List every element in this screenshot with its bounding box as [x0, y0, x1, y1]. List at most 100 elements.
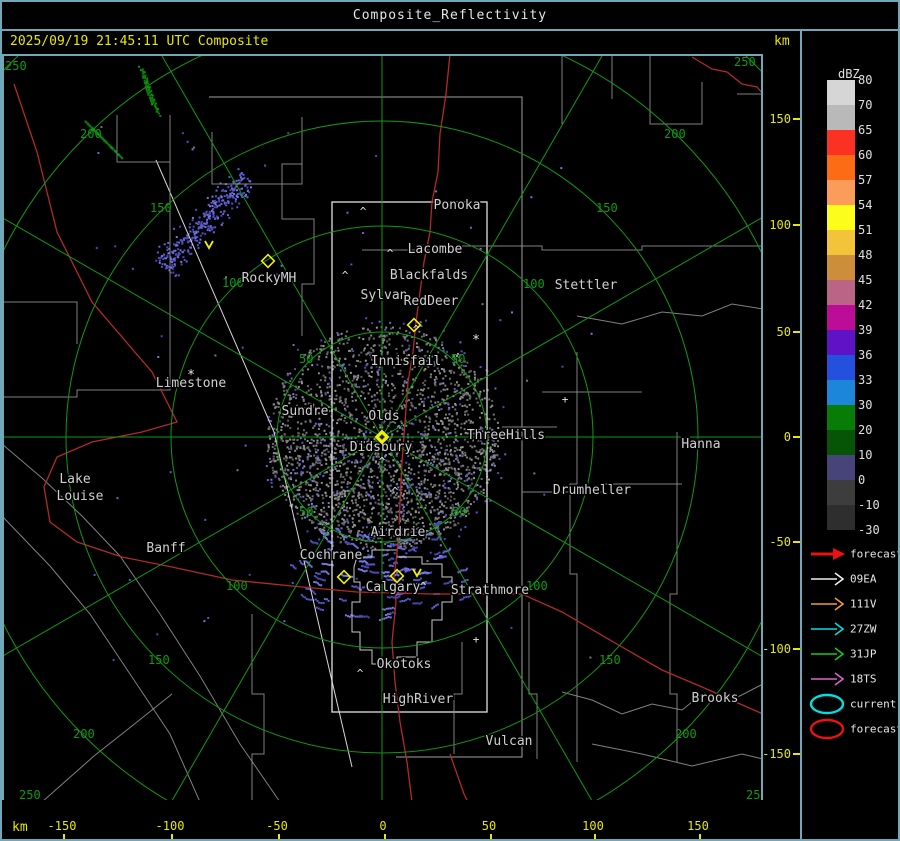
- colorbar-value-label: 30: [858, 398, 873, 412]
- range-ring-label: 150: [599, 653, 621, 667]
- city-label: Cochrane: [300, 548, 363, 563]
- timestamp-label: 2025/09/19 21:45:11 UTC Composite: [10, 34, 269, 49]
- legend-row: 18TS: [802, 667, 898, 691]
- range-ring-label: 250: [5, 59, 27, 73]
- city-label: HighRiver: [383, 692, 454, 707]
- radar-map-canvas[interactable]: 250 200 150 100 50 50 100 150 200 250 50 100 150 200 2…: [2, 54, 763, 802]
- legend-label: 09EA: [850, 572, 877, 586]
- right-axis-tick-mark: [793, 753, 800, 755]
- legend-arrow-icon: [811, 572, 845, 586]
- range-ring-label: 100: [222, 276, 244, 290]
- colorbar-value-label: -10: [858, 498, 880, 512]
- county-boundary: [569, 352, 578, 762]
- legend-arrow-icon: [811, 647, 845, 661]
- radial-line: [160, 54, 383, 438]
- station-star-symbol: *: [472, 333, 480, 348]
- legend-label: 18TS: [850, 672, 877, 686]
- legend-label: current: [850, 697, 897, 711]
- city-label: RedDeer: [404, 294, 459, 309]
- county-boundary: [2, 301, 78, 344]
- colorbar-swatch: [827, 155, 855, 180]
- range-ring-label: 50: [452, 505, 466, 519]
- county-boundary: [41, 693, 173, 802]
- colorbar-swatch: [827, 80, 855, 105]
- bottom-axis-tick-mark: [699, 834, 701, 839]
- city-label: Okotoks: [377, 657, 432, 672]
- colorbar-value-label: 39: [858, 323, 873, 337]
- right-axis-tick-label: 50: [776, 325, 791, 339]
- city-label: Strathmore: [451, 583, 529, 598]
- station-caret-symbol: ^: [413, 323, 420, 336]
- colorbar-value-label: 60: [858, 148, 873, 162]
- city-label: ThreeHills: [467, 428, 545, 443]
- station-star-symbol: *: [187, 368, 195, 383]
- city-label: Banff: [146, 541, 185, 556]
- legend-row: 27ZW: [802, 617, 898, 641]
- legend-ellipse-icon: [809, 718, 845, 740]
- right-axis-tick-label: 0: [783, 430, 791, 444]
- colorbar-swatch: [827, 505, 855, 530]
- bottom-axis-tick-label: -50: [266, 819, 288, 833]
- colorbar-swatch: [827, 105, 855, 130]
- colorbar-swatch: [827, 355, 855, 380]
- right-axis-tick-label: -50: [769, 535, 791, 549]
- colorbar-swatch: [827, 380, 855, 405]
- bottom-axis: km -150 -100 -50 0 50 100 150: [2, 800, 763, 839]
- right-axis-tick-mark: [793, 331, 800, 333]
- range-ring-label: 150: [148, 653, 170, 667]
- right-axis-tick-label: 150: [769, 112, 791, 126]
- colorbar-swatch: [827, 430, 855, 455]
- range-ring-label: 100: [523, 277, 545, 291]
- range-ring-label: 200: [73, 727, 95, 741]
- colorbar-swatch: [827, 180, 855, 205]
- colorbar-swatch: [827, 330, 855, 355]
- legend-row: 09EA: [802, 567, 898, 591]
- colorbar-swatch: [827, 255, 855, 280]
- bottom-axis-tick-mark: [278, 834, 280, 839]
- county-boundary: [649, 54, 703, 125]
- legend-row: 111V: [802, 592, 898, 616]
- right-axis-tick-label: -150: [762, 747, 791, 761]
- range-ring-label: 150: [150, 201, 172, 215]
- colorbar-swatch: [827, 280, 855, 305]
- station-caret-symbol: ^: [387, 247, 394, 260]
- bottom-axis-tick-mark: [171, 834, 173, 839]
- window-title: Composite_Reflectivity: [352, 8, 548, 23]
- city-label: Olds: [368, 409, 399, 424]
- city-label: Vulcan: [486, 734, 533, 749]
- legend-label: forecast: [850, 722, 900, 736]
- colorbar-value-label: 10: [858, 448, 873, 462]
- bottom-axis-tick-mark: [594, 834, 596, 839]
- city-label: Brooks: [692, 691, 739, 706]
- city-label: RockyMH: [242, 271, 297, 286]
- county-boundary: [453, 642, 463, 754]
- right-axis-unit-label: km: [774, 34, 790, 49]
- colorbar-value-label: 20: [858, 423, 873, 437]
- right-axis: 150 100 50 0 -50 -100 -150: [762, 54, 800, 802]
- colorbar-value-label: 33: [858, 373, 873, 387]
- colorbar-swatch: [827, 480, 855, 505]
- county-boundary: [669, 432, 678, 762]
- range-ring-label: 50: [299, 352, 313, 366]
- right-axis-tick-mark: [793, 648, 800, 650]
- range-ring-label: 50: [299, 505, 313, 519]
- city-label: Sundre: [282, 404, 329, 419]
- colorbar-value-label: 65: [858, 123, 873, 137]
- county-boundary: [251, 614, 265, 802]
- radial-line: [2, 217, 383, 438]
- bottom-axis-tick-mark: [63, 834, 65, 839]
- station-caret-symbol: ^: [379, 455, 386, 468]
- colorbar-value-label: 0: [858, 473, 866, 487]
- colorbar-value-label: 48: [858, 248, 873, 262]
- colorbar-value-label: 57: [858, 173, 873, 187]
- city-label: Innisfail: [371, 354, 441, 369]
- legend-label: 111V: [850, 597, 877, 611]
- legend-row: forecast: [802, 542, 898, 566]
- legend-arrow-icon: [811, 672, 845, 686]
- colorbar-title: dBZ: [838, 67, 860, 81]
- legend-arrow-icon: [811, 622, 845, 636]
- colorbar-swatch: [827, 305, 855, 330]
- city-label: Sylvan: [361, 288, 408, 303]
- station-caret-symbol: ^: [392, 485, 399, 498]
- city-label: Calgary: [366, 580, 421, 595]
